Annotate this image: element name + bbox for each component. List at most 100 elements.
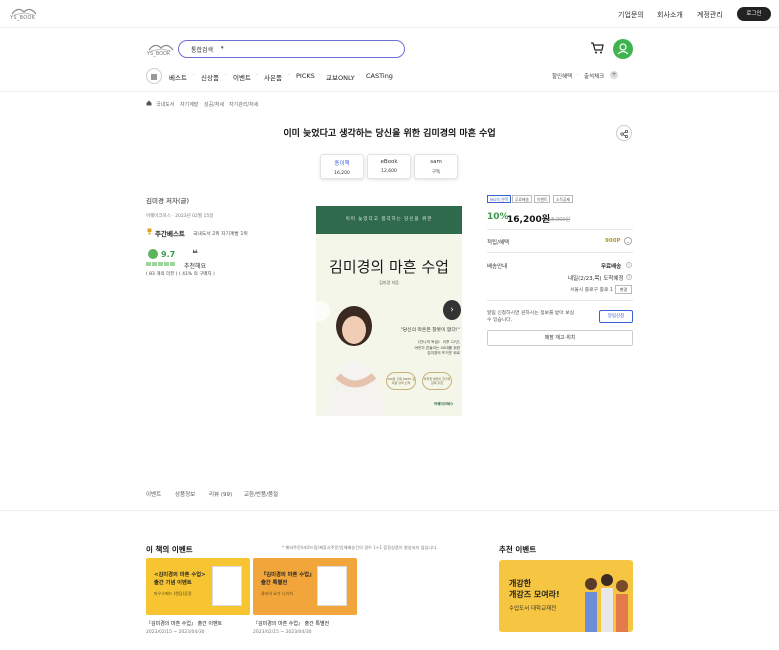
nav-separator: · xyxy=(318,72,320,79)
author-photo xyxy=(326,306,386,416)
change-address-button[interactable]: 변경 xyxy=(615,285,632,294)
share-icon xyxy=(620,129,629,139)
cover-title: 김미경의 마흔 수업 xyxy=(329,258,449,276)
event-date: 2023/02/15 ~ 2023/04/30 xyxy=(146,630,205,635)
cover-desc-line: 김미경의 뜨거운 위로 xyxy=(427,351,460,355)
shipping-date: 내일(2/23,목) 도착예정 xyxy=(568,276,624,282)
format-name: 종이책 xyxy=(334,161,350,167)
nav-gift[interactable]: 사은품 xyxy=(264,72,282,82)
event-title[interactable]: 『김미경의 마흔 수업』 출간 특별전 xyxy=(253,620,329,627)
event-banner-line: 『김미경의 마흔 수업』 xyxy=(261,572,315,578)
nav-new[interactable]: 신상품 xyxy=(201,72,219,82)
info-icon[interactable]: ? xyxy=(626,274,632,280)
nav-only[interactable]: 교보ONLY xyxy=(326,72,355,82)
nav-best[interactable]: 베스트 xyxy=(169,72,187,82)
discount-rate: 10% xyxy=(487,212,509,222)
divider xyxy=(0,510,779,511)
notify-button[interactable]: 알림신청 xyxy=(599,310,633,323)
book-thumbnail xyxy=(317,566,347,606)
search-input[interactable]: 통합검색 ▾ xyxy=(178,40,405,58)
carousel-next-button[interactable]: › xyxy=(443,300,461,320)
chevron-down-icon[interactable]: ▾ xyxy=(221,45,224,51)
home-icon[interactable] xyxy=(146,100,152,106)
store-stock-button[interactable]: 매장 재고·위치 xyxy=(487,330,633,346)
review-summary[interactable]: ( 83 개의 리뷰 ) ( 41% 의 구매자 ) xyxy=(146,271,215,277)
format-price: 구독 xyxy=(431,170,441,175)
author-link[interactable]: 김미경 저자(글) xyxy=(146,195,189,205)
nav-separator: · xyxy=(193,72,195,79)
logo-text[interactable]: YS_BOOK xyxy=(10,15,35,21)
section-title: 이 책의 이벤트 xyxy=(146,545,193,554)
points-value: 900P xyxy=(605,238,621,244)
event-date: 2023/02/15 ~ 2023/04/30 xyxy=(253,630,312,635)
nav-picks[interactable]: PICKS xyxy=(296,72,315,80)
rating-bars-icon xyxy=(146,262,175,266)
user-icon xyxy=(617,43,629,55)
share-button[interactable] xyxy=(616,125,632,141)
format-tab-paper[interactable]: 종이책 16,200 xyxy=(320,154,364,179)
search-category[interactable]: 통합검색 xyxy=(191,45,213,54)
nav-casting[interactable]: CASTing xyxy=(366,72,393,80)
logo-text[interactable]: YS_BOOK xyxy=(147,51,170,57)
cover-quote: "당신의 마흔은 찰못이 없다!" xyxy=(400,328,460,333)
divider xyxy=(487,229,633,230)
format-name: sam xyxy=(430,159,442,165)
tab-reviews[interactable]: 리뷰 (99) xyxy=(209,490,232,498)
recommend-line: 개강한 xyxy=(509,579,532,588)
weekly-best-label: 주간베스트 xyxy=(155,230,185,238)
sale-price: 16,200원 xyxy=(507,215,551,225)
event-banner-text: 『김미경의 마흔 수업』 출간 특별전 xyxy=(261,572,314,587)
event-banner-sub: 클리어 요가 나이지 xyxy=(261,591,293,596)
nav-discount[interactable]: 할인혜택 xyxy=(552,72,572,80)
top-link-business[interactable]: 기업문의 xyxy=(618,10,644,20)
menu-button[interactable] xyxy=(146,68,162,84)
recommend-title: 추천 이벤트 xyxy=(499,545,537,554)
event-note: * 해외주문/바로드림/제휴사주문/업체배송건의 경우 1+1 증정상품이 발송… xyxy=(282,545,438,550)
cover-publisher: 어웨이크북스 xyxy=(434,402,454,406)
trophy-icon xyxy=(147,228,152,235)
cover-author: 김미경 지음 xyxy=(379,280,399,285)
students-illustration xyxy=(585,574,628,632)
event-banner[interactable]: 『김미경의 마흔 수업』 출간 특별전 클리어 요가 나이지 xyxy=(253,558,357,615)
event-title[interactable]: 『김미경의 마흔 수업』 출간 이벤트 xyxy=(146,620,222,627)
recommend-headline: 개강한 개강즈 모여라! xyxy=(509,578,560,600)
points-label: 적립/혜택 xyxy=(487,240,510,246)
book-cover[interactable]: 이미 늦었다고 생각하는 당신을 위한 김미경의 마흔 수업 김미경 지음 "당… xyxy=(316,206,462,416)
top-link-account[interactable]: 계정관리 xyxy=(697,10,723,20)
breadcrumb-item[interactable]: 자기관리/처세 xyxy=(229,101,258,108)
weekly-best-rank[interactable]: 국내도서 2위 자기계발 1위 xyxy=(193,230,248,237)
cart-icon[interactable] xyxy=(590,42,604,54)
tab-exchange-return[interactable]: 교환/반품/품절 xyxy=(244,490,278,498)
recommend-banner[interactable]: 개강한 개강즈 모여라! 수업도서 대학교재전 xyxy=(499,560,633,632)
breadcrumb-item[interactable]: 자기계발 xyxy=(180,101,198,108)
format-tab-sam[interactable]: sam 구독 xyxy=(414,154,458,179)
chevron-down-icon[interactable]: ⌄ xyxy=(624,237,632,245)
format-tab-ebook[interactable]: eBook 12,600 xyxy=(367,154,411,179)
nav-separator: · xyxy=(288,72,290,79)
publication-info: 어웨이크북스 · 2023년 02월 15일 xyxy=(146,214,214,219)
breadcrumb-item[interactable]: 국내도서 xyxy=(156,101,174,108)
nav-separator: · xyxy=(577,72,579,79)
nav-event[interactable]: 이벤트 xyxy=(233,72,251,82)
nav-attendance[interactable]: 출석체크 xyxy=(584,72,604,80)
event-banner-line: <김미경의 마흔 수업> xyxy=(154,572,206,578)
tab-event[interactable]: 이벤트 xyxy=(146,490,161,498)
event-banner-line: 출간 기념 이벤트 xyxy=(154,579,192,586)
tag-event: 이벤트 xyxy=(534,195,551,203)
page-title: 이미 늦었다고 생각하는 당신을 위한 김미경의 마흔 수업 xyxy=(283,129,496,139)
login-button[interactable]: 로그인 xyxy=(737,7,771,21)
nav-separator: · xyxy=(358,72,360,79)
notify-description: 알림 신청하시면 원하시는 정보를 받아 보실 수 있습니다. xyxy=(487,311,575,323)
breadcrumb-item[interactable]: 성공/처세 xyxy=(204,101,224,108)
top-link-company[interactable]: 회사소개 xyxy=(657,10,683,20)
original-price: 18,000원 xyxy=(548,217,571,223)
user-avatar[interactable] xyxy=(613,39,633,59)
rating-icon xyxy=(148,249,158,259)
info-icon[interactable]: i xyxy=(626,262,632,268)
keyword-label: 추천해요 xyxy=(184,263,207,270)
event-banner[interactable]: <김미경의 마흔 수업> 출간 기념 이벤트 마우스패드 (랜덤)증정 xyxy=(146,558,250,615)
quote-icon: ❝ xyxy=(192,249,198,260)
plus-icon[interactable]: + xyxy=(610,71,618,79)
tab-product-info[interactable]: 상품정보 xyxy=(175,490,195,498)
format-price: 16,200 xyxy=(334,171,350,176)
